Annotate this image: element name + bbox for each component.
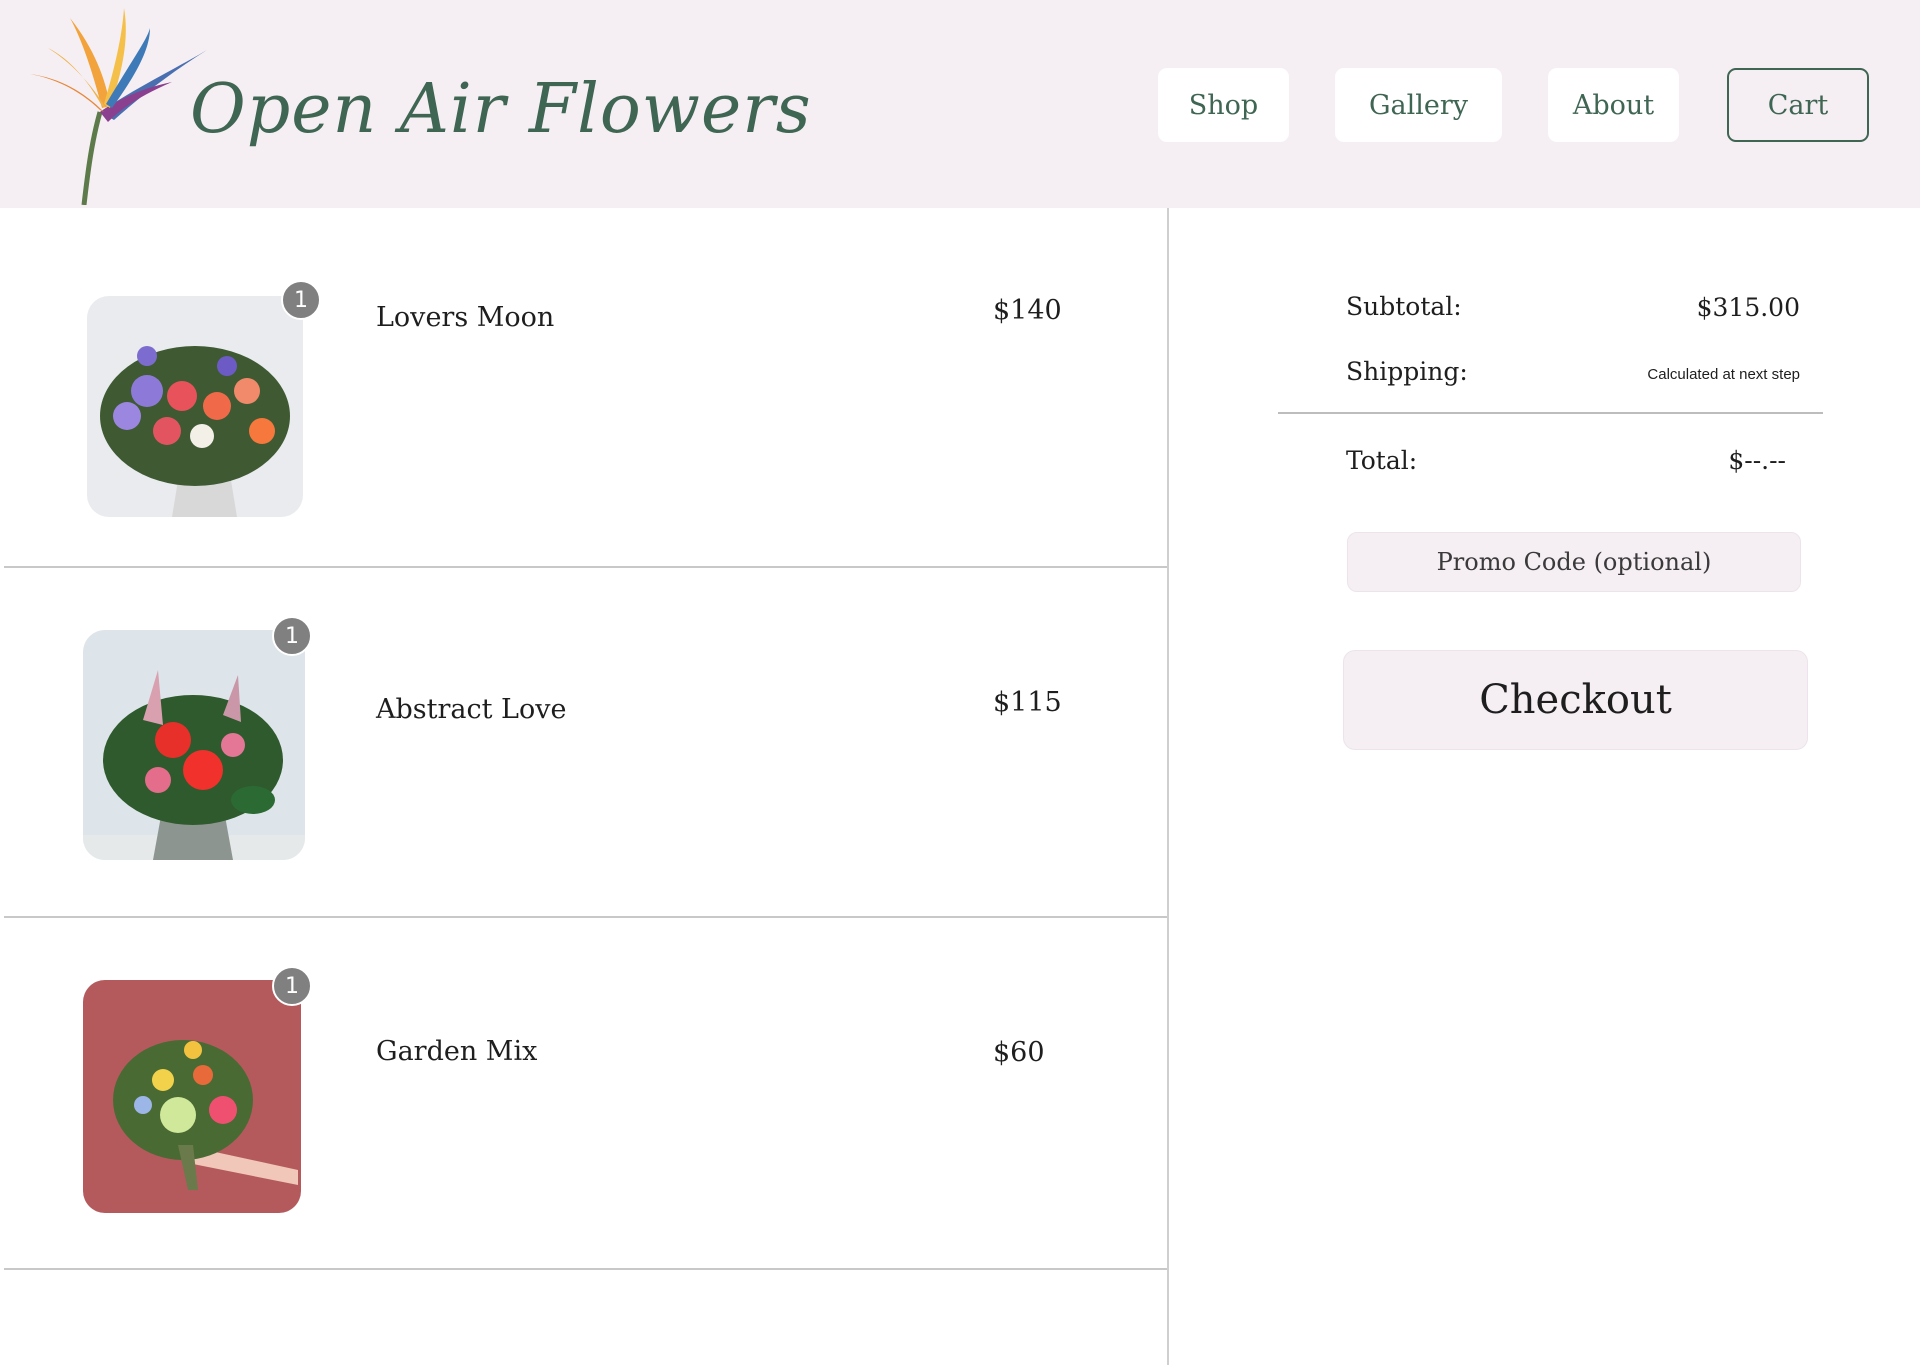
item-divider bbox=[4, 916, 1167, 918]
item-divider bbox=[4, 1268, 1167, 1270]
shipping-value: Calculated at next step bbox=[1647, 366, 1800, 383]
item-name[interactable]: Lovers Moon bbox=[376, 302, 554, 333]
quantity-badge: 1 bbox=[281, 280, 321, 320]
promo-code-input[interactable]: Promo Code (optional) bbox=[1347, 532, 1801, 592]
shipping-label: Shipping: bbox=[1346, 357, 1468, 386]
red-anthurium-bouquet-photo[interactable] bbox=[83, 630, 305, 860]
nav-gallery-button[interactable]: Gallery bbox=[1335, 68, 1502, 142]
subtotal-label: Subtotal: bbox=[1346, 292, 1462, 321]
item-price: $140 bbox=[993, 295, 1062, 326]
item-name[interactable]: Garden Mix bbox=[376, 1036, 537, 1067]
item-price: $115 bbox=[993, 687, 1062, 718]
item-name[interactable]: Abstract Love bbox=[376, 694, 566, 725]
total-value: $--.-- bbox=[1728, 446, 1786, 475]
quantity-badge: 1 bbox=[272, 616, 312, 656]
colorful-bouquet-photo[interactable] bbox=[87, 296, 303, 517]
nav-about-button[interactable]: About bbox=[1548, 68, 1679, 142]
nav-cart-button[interactable]: Cart bbox=[1727, 68, 1869, 142]
quantity-badge: 1 bbox=[272, 966, 312, 1006]
total-label: Total: bbox=[1346, 446, 1418, 475]
item-price: $60 bbox=[993, 1037, 1045, 1068]
column-divider bbox=[1167, 208, 1169, 1365]
summary-divider bbox=[1278, 412, 1823, 414]
subtotal-value: $315.00 bbox=[1696, 293, 1800, 322]
item-divider bbox=[4, 566, 1167, 568]
checkout-button[interactable]: Checkout bbox=[1343, 650, 1808, 750]
bird-of-paradise-flower-icon bbox=[22, 0, 212, 206]
brand-name[interactable]: Open Air Flowers bbox=[190, 70, 812, 149]
nav-shop-button[interactable]: Shop bbox=[1158, 68, 1289, 142]
garden-bouquet-on-red-wall-photo[interactable] bbox=[83, 980, 301, 1213]
site-header: Open Air Flowers Shop Gallery About Cart bbox=[0, 0, 1920, 208]
